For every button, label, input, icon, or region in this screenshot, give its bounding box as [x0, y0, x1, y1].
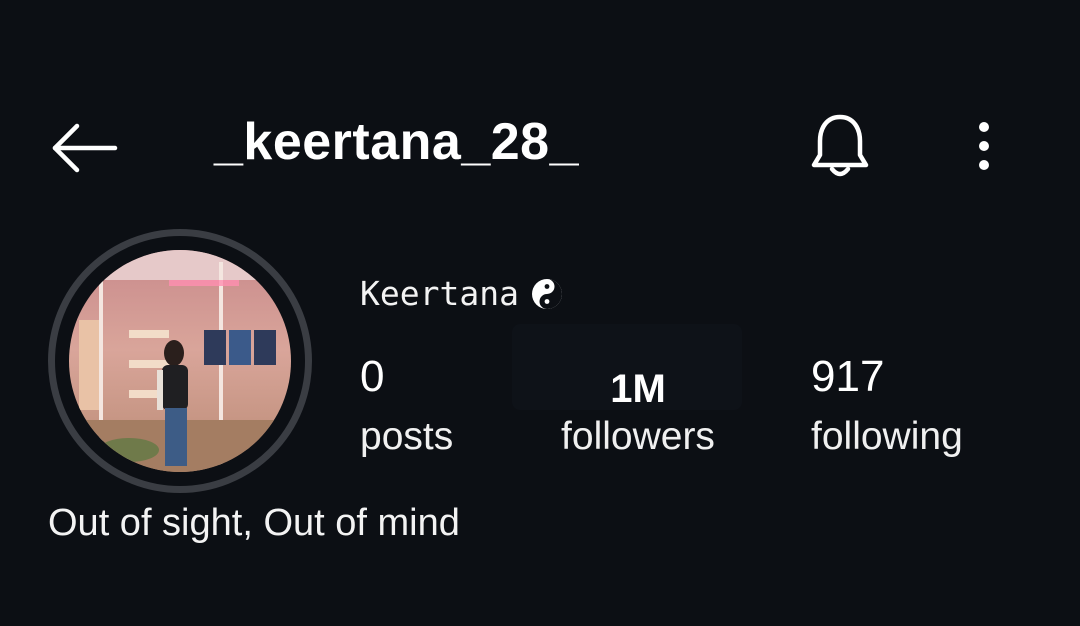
profile-display-name: Keertana — [360, 274, 563, 313]
back-button[interactable] — [46, 120, 122, 176]
arrow-left-icon — [52, 123, 118, 173]
profile-username: _keertana_28_ — [214, 113, 580, 171]
following-label: following — [811, 415, 963, 458]
more-vertical-icon — [979, 122, 989, 170]
posts-stat[interactable]: 0 posts — [360, 352, 453, 460]
avatar[interactable] — [48, 229, 312, 493]
following-count: 917 — [811, 352, 885, 401]
followers-stat[interactable]: 1M followers — [552, 352, 724, 460]
profile-screen: _keertana_28_ Keertana 0 posts 1M follow… — [0, 0, 1080, 626]
notifications-button[interactable] — [800, 106, 880, 186]
profile-bio: Out of sight, Out of mind — [48, 502, 460, 544]
following-stat[interactable]: 917 following — [811, 352, 963, 460]
yin-yang-icon — [531, 278, 563, 310]
display-name-text: Keertana — [360, 274, 519, 313]
bell-icon — [811, 114, 869, 177]
followers-count: 1M — [610, 367, 666, 411]
followers-label: followers — [561, 415, 715, 458]
avatar-photo — [69, 250, 291, 472]
more-options-button[interactable] — [962, 116, 1006, 176]
posts-count: 0 — [360, 352, 385, 401]
posts-label: posts — [360, 415, 454, 458]
